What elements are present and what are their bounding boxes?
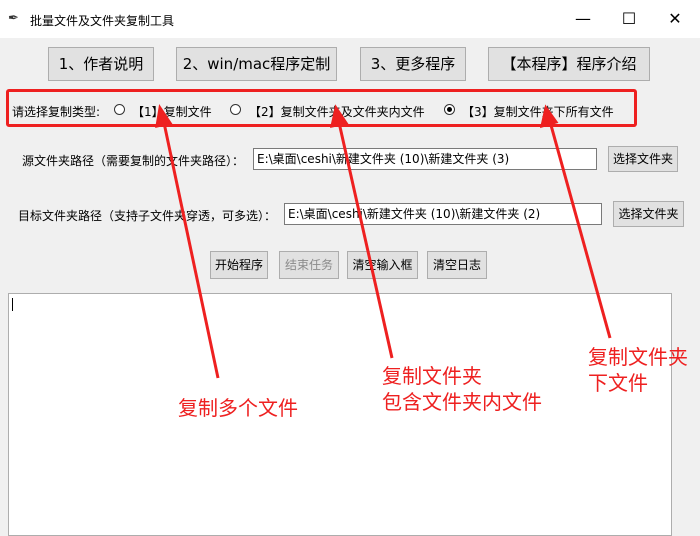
annotation-arrows [155, 104, 612, 379]
annotation-copy-multiple-files: 复制多个文件 [178, 396, 298, 420]
annotation-copy-folder-line1: 复制文件夹 [382, 364, 482, 388]
arrow-to-option1 [161, 117, 220, 379]
arrowhead-option3 [539, 104, 559, 129]
arrowhead-option2 [330, 104, 349, 128]
annotation-copy-folder-line2: 包含文件夹内文件 [382, 390, 542, 414]
annotation-folder-contents-line2: 下文件 [588, 371, 648, 395]
annotation-folder-contents-line1: 复制文件夹 [588, 345, 688, 369]
arrow-to-option2 [336, 117, 394, 359]
arrowhead-option1 [155, 104, 173, 128]
arrow-to-option3 [547, 117, 612, 339]
